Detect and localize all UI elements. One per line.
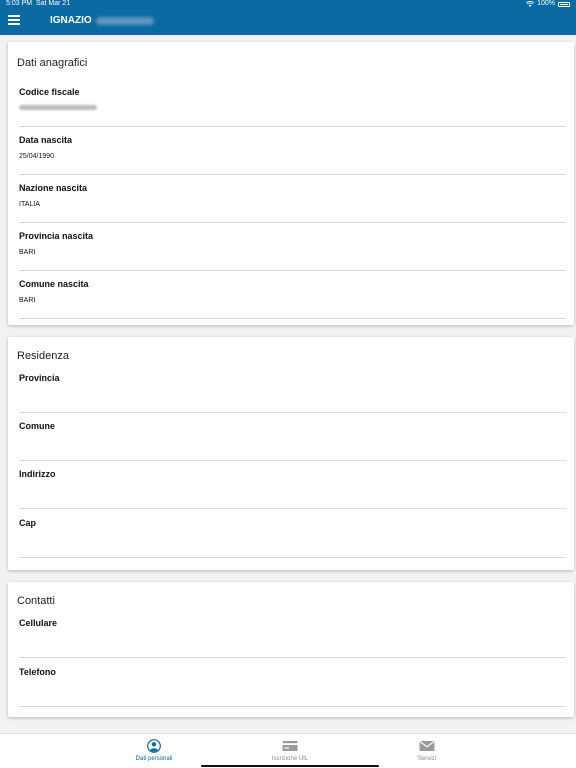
field-label: Codice fiscale [19,87,80,97]
tab-label: Iscrizione UIL [271,756,309,762]
section-title: Contatti [17,595,55,607]
field-nazione-nascita: Nazione nascita ITALIA [19,175,566,223]
field-label: Provincia [19,373,60,383]
main-content[interactable]: Dati anagrafici Codice fiscale Data nasc… [0,35,576,733]
person-icon [147,739,161,753]
field-label: Cap [19,518,37,528]
status-date: Sat Mar 21 [35,0,71,7]
field-comune-nascita: Comune nascita BARI [19,271,566,319]
tab-bar: Dati personali Iscrizione UIL Servizi [0,733,576,768]
status-bar: 5:03 PM Sat Mar 21 100% [0,0,576,8]
wifi-icon [526,1,535,7]
section-title: Dati anagrafici [17,57,88,69]
redacted-surname [95,17,154,25]
field-label: Comune [19,421,55,431]
field-value: ITALIA [19,201,40,208]
redacted-value [19,105,97,110]
status-right: 100% [526,0,570,8]
hamburger-menu-icon[interactable] [8,15,20,27]
field-provincia-nascita: Provincia nascita BARI [19,223,566,271]
field-cellulare[interactable]: Cellulare [19,610,566,658]
field-label: Data nascita [19,135,73,145]
status-time-date: 5:03 PM Sat Mar 21 [6,0,70,8]
field-comune[interactable]: Comune [19,413,566,461]
field-label: Comune nascita [19,279,89,289]
card-residenza: Residenza Provincia Comune Indirizzo Cap [8,337,574,570]
field-provincia[interactable]: Provincia [19,365,566,413]
page-title: IGNAZIO [50,15,92,26]
tab-label: Servizi [417,756,436,762]
field-telefono[interactable]: Telefono [19,659,566,707]
field-label: Cellulare [19,618,58,628]
field-label: Telefono [19,667,56,677]
battery-percent: 100% [537,0,555,7]
tab-label: Dati personali [135,756,173,762]
field-value: BARI [19,297,36,304]
tab-servizi[interactable]: Servizi [367,734,487,768]
card-dati-anagrafici: Dati anagrafici Codice fiscale Data nasc… [8,42,574,325]
battery-icon [558,1,570,7]
field-label: Provincia nascita [19,231,94,241]
envelope-icon [419,741,435,751]
card-icon [282,741,298,751]
field-data-nascita: Data nascita 25/04/1990 [19,127,566,175]
section-title: Residenza [17,350,69,362]
card-contatti: Contatti Cellulare Telefono [8,582,574,717]
field-codice-fiscale: Codice fiscale [19,79,566,127]
tab-iscrizione-uil[interactable]: Iscrizione UIL [230,734,350,768]
status-time: 5:03 PM [6,0,33,7]
field-value: 25/04/1990 [19,153,55,160]
field-indirizzo[interactable]: Indirizzo [19,461,566,509]
tab-dati-personali[interactable]: Dati personali [94,734,214,768]
header-title-group: IGNAZIO [50,14,154,28]
field-label: Nazione nascita [19,183,88,193]
field-value: BARI [19,249,36,256]
field-cap[interactable]: Cap [19,510,566,558]
app-header: IGNAZIO [0,8,576,35]
field-label: Indirizzo [19,469,56,479]
home-indicator[interactable] [201,765,379,767]
